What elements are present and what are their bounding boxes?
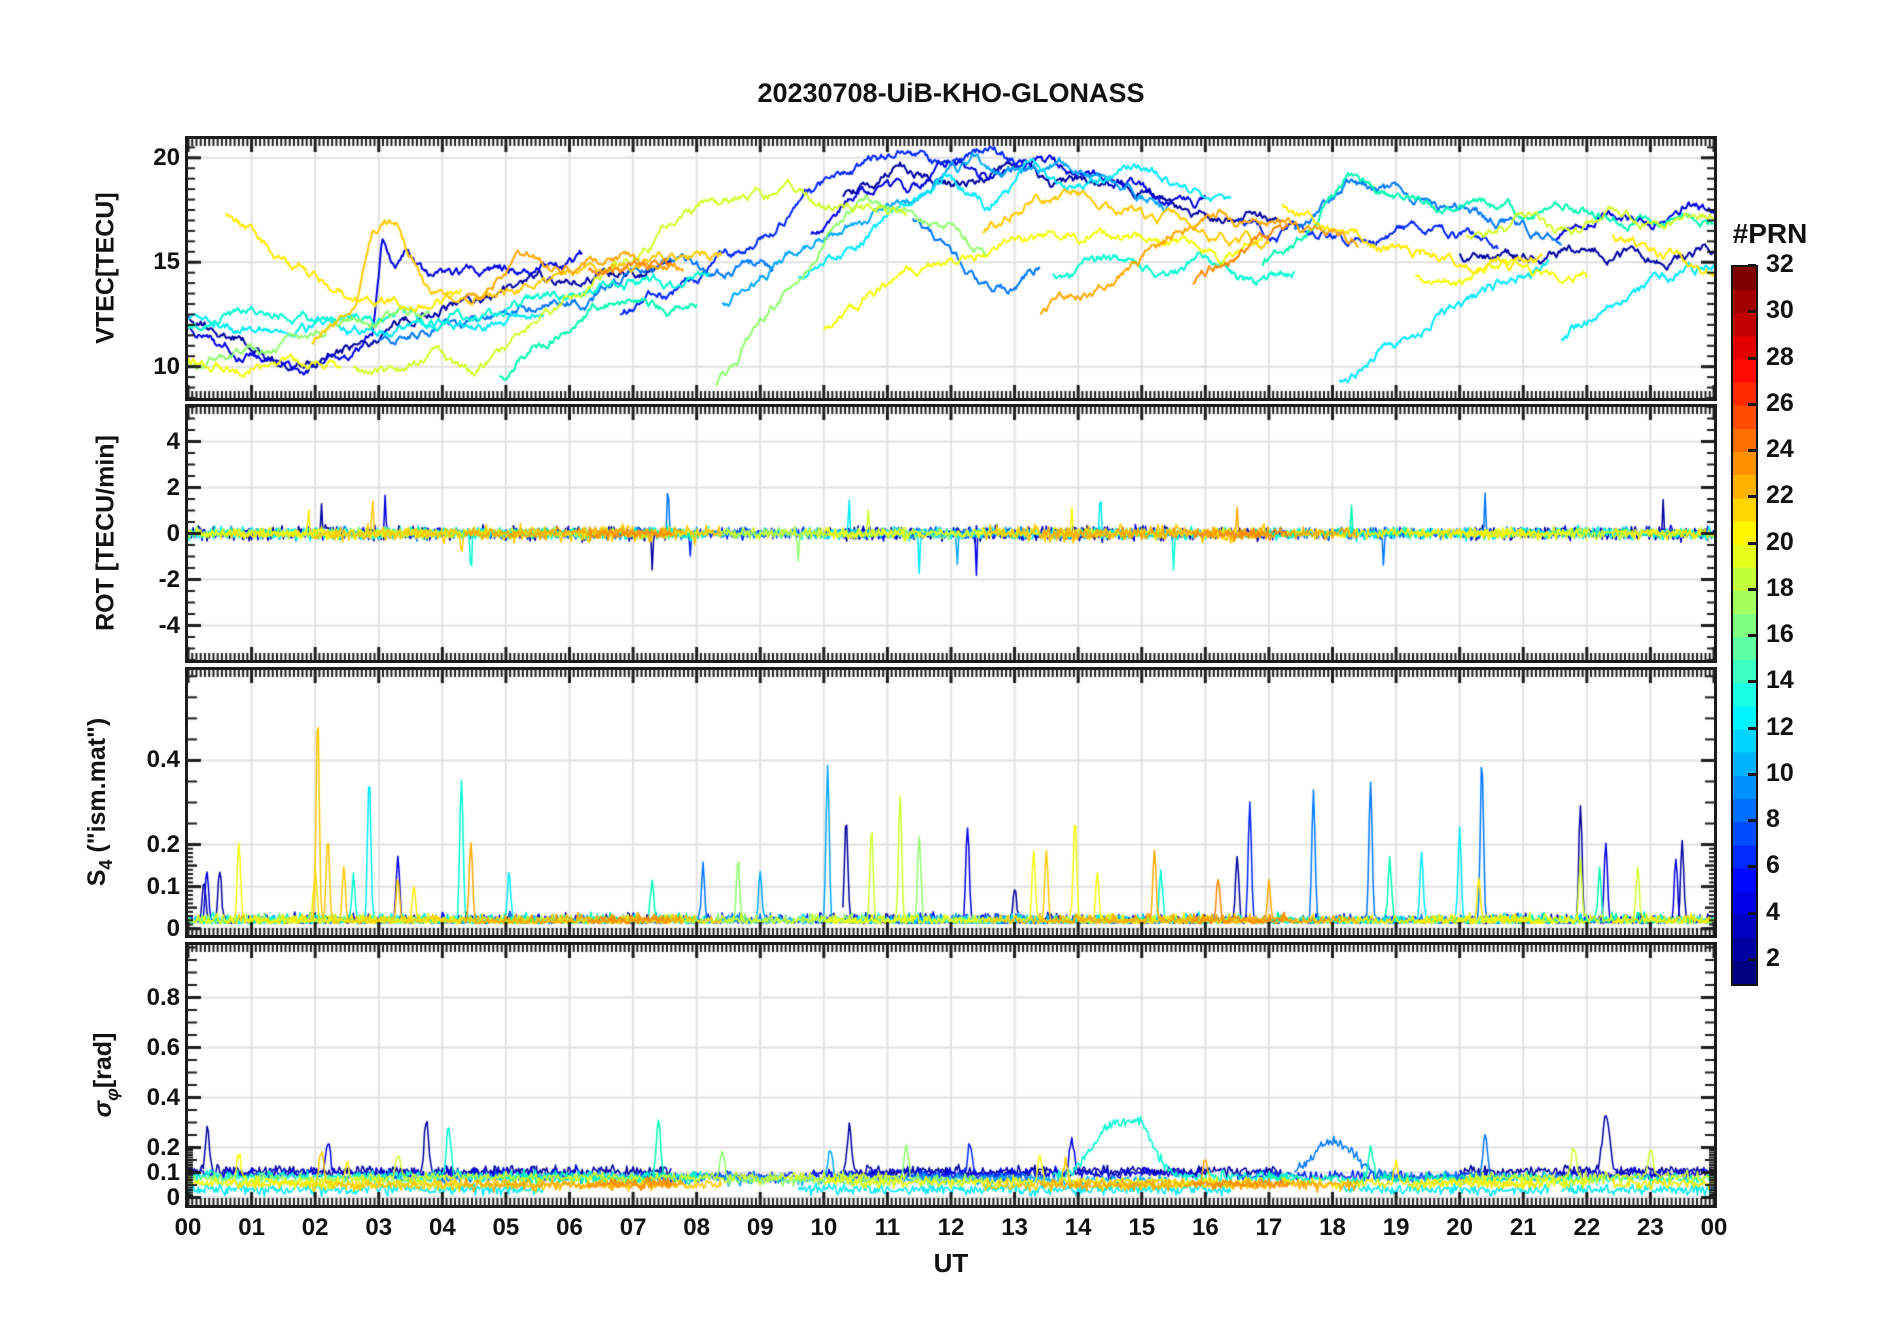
colorbar-tick-label: 8 bbox=[1766, 805, 1780, 834]
colorbar-tick bbox=[1748, 264, 1756, 267]
colorbar-tick-label: 18 bbox=[1766, 573, 1794, 602]
colorbar-tick-label: 22 bbox=[1766, 481, 1794, 510]
colorbar-tick bbox=[1748, 356, 1756, 360]
x-tick-label: 10 bbox=[810, 1214, 838, 1241]
y-tick-label-sigphi: 0.2 bbox=[146, 1133, 180, 1161]
x-tick-label: 05 bbox=[492, 1214, 520, 1241]
colorbar-tick-label: 28 bbox=[1766, 342, 1794, 371]
colorbar-tick-label: 26 bbox=[1766, 388, 1794, 417]
x-tick-label: 00 bbox=[174, 1214, 202, 1241]
x-tick-label: 23 bbox=[1637, 1214, 1664, 1241]
x-tick-label: 17 bbox=[1255, 1214, 1283, 1241]
colorbar-tick bbox=[1748, 680, 1756, 684]
plot-area-rot bbox=[188, 407, 1714, 660]
y-tick-label-rot: 2 bbox=[166, 473, 180, 501]
x-tick-label: 04 bbox=[428, 1214, 456, 1241]
colorbar-tick-label: 32 bbox=[1766, 250, 1794, 278]
panel-vtec bbox=[185, 136, 1717, 401]
x-tick-label: 15 bbox=[1128, 1214, 1156, 1241]
plot-area-sigphi bbox=[188, 945, 1714, 1205]
y-tick-label-rot: -4 bbox=[158, 611, 180, 639]
x-tick-label: 19 bbox=[1382, 1214, 1410, 1241]
colorbar-tick-label: 14 bbox=[1766, 666, 1794, 695]
colorbar-tick bbox=[1748, 865, 1756, 869]
y-tick-label-s4: 0.2 bbox=[146, 830, 180, 858]
x-tick-label: 06 bbox=[556, 1214, 583, 1241]
colorbar-tick-label: 6 bbox=[1766, 851, 1780, 880]
x-tick-label: 00 bbox=[1700, 1214, 1728, 1241]
y-tick-label-rot: 4 bbox=[166, 427, 180, 455]
y-tick-label-sigphi: 0.1 bbox=[146, 1158, 180, 1186]
y-tick-label-vtec: 10 bbox=[153, 352, 180, 380]
colorbar-tick-label: 12 bbox=[1766, 712, 1794, 741]
y-axis-label-text: ("ism.mat") bbox=[83, 717, 111, 860]
plot-area-s4 bbox=[188, 670, 1714, 935]
colorbar-tick-label: 24 bbox=[1766, 435, 1794, 464]
x-tick-label: 18 bbox=[1319, 1214, 1346, 1241]
x-tick-label: 16 bbox=[1191, 1214, 1219, 1241]
colorbar-tick bbox=[1748, 772, 1756, 776]
x-axis-label: UT bbox=[933, 1248, 969, 1278]
x-tick-label: 14 bbox=[1064, 1214, 1092, 1241]
panel-rot bbox=[185, 404, 1717, 663]
x-tick-label: 22 bbox=[1573, 1214, 1601, 1241]
colorbar-tick bbox=[1748, 449, 1756, 453]
colorbar-tick-label: 16 bbox=[1766, 620, 1794, 649]
panel-sigphi bbox=[185, 942, 1717, 1208]
colorbar-title: #PRN bbox=[1732, 218, 1808, 249]
x-tick-label: 09 bbox=[746, 1214, 774, 1241]
x-tick-label: 21 bbox=[1509, 1214, 1537, 1241]
chart-title: 20230708-UiB-KHO-GLONASS bbox=[757, 78, 1145, 108]
colorbar-tick-label: 10 bbox=[1766, 758, 1794, 787]
colorbar-tick bbox=[1748, 819, 1756, 823]
glonass-ism-figure: 20230708-UiB-KHO-GLONASS VTEC[TECU] ROT … bbox=[0, 0, 1902, 1330]
y-axis-label-text: S bbox=[83, 869, 111, 887]
colorbar-tick-label: 20 bbox=[1766, 527, 1794, 556]
x-tick-label: 13 bbox=[1001, 1214, 1028, 1241]
colorbar-tick-label: 30 bbox=[1766, 296, 1794, 325]
y-tick-label-rot: -2 bbox=[158, 565, 180, 593]
panel-s4 bbox=[185, 667, 1717, 938]
colorbar-tick bbox=[1748, 310, 1756, 314]
x-tick-label: 01 bbox=[238, 1214, 265, 1241]
y-tick-label-sigphi: 0.8 bbox=[146, 983, 180, 1011]
x-tick-label: 20 bbox=[1446, 1214, 1473, 1241]
x-tick-label: 08 bbox=[683, 1214, 710, 1241]
x-tick-label: 11 bbox=[874, 1214, 901, 1241]
x-tick-label: 02 bbox=[301, 1214, 329, 1241]
y-tick-label-s4: 0.4 bbox=[146, 746, 180, 774]
colorbar-tick bbox=[1748, 541, 1756, 545]
y-tick-label-sigphi: 0 bbox=[166, 1183, 180, 1211]
colorbar-tick-label: 2 bbox=[1766, 943, 1780, 972]
x-tick-label: 07 bbox=[619, 1214, 647, 1241]
colorbar-tick bbox=[1748, 587, 1756, 591]
y-tick-label-vtec: 15 bbox=[153, 248, 180, 276]
colorbar-tick bbox=[1748, 957, 1756, 961]
y-tick-label-rot: 0 bbox=[166, 519, 180, 547]
y-axis-label-s4: S4 ("ism.mat") bbox=[83, 718, 117, 887]
y-tick-label-sigphi: 0.6 bbox=[146, 1033, 180, 1061]
colorbar-tick-label: 4 bbox=[1766, 897, 1780, 926]
colorbar bbox=[1731, 265, 1758, 986]
y-tick-label-vtec: 20 bbox=[153, 143, 180, 171]
y-tick-label-sigphi: 0.4 bbox=[146, 1083, 180, 1111]
colorbar-tick bbox=[1748, 911, 1756, 915]
y-tick-label-s4: 0.1 bbox=[146, 872, 180, 900]
x-tick-label: 12 bbox=[937, 1214, 965, 1241]
colorbar-tick bbox=[1748, 634, 1756, 638]
y-axis-label-subscript: 4 bbox=[96, 859, 116, 870]
colorbar-tick bbox=[1748, 402, 1756, 406]
x-tick-label: 03 bbox=[365, 1214, 393, 1241]
plot-area-vtec bbox=[188, 139, 1714, 398]
colorbar-tick bbox=[1748, 495, 1756, 499]
colorbar-tick bbox=[1748, 726, 1756, 730]
y-tick-label-s4: 0 bbox=[166, 914, 180, 942]
